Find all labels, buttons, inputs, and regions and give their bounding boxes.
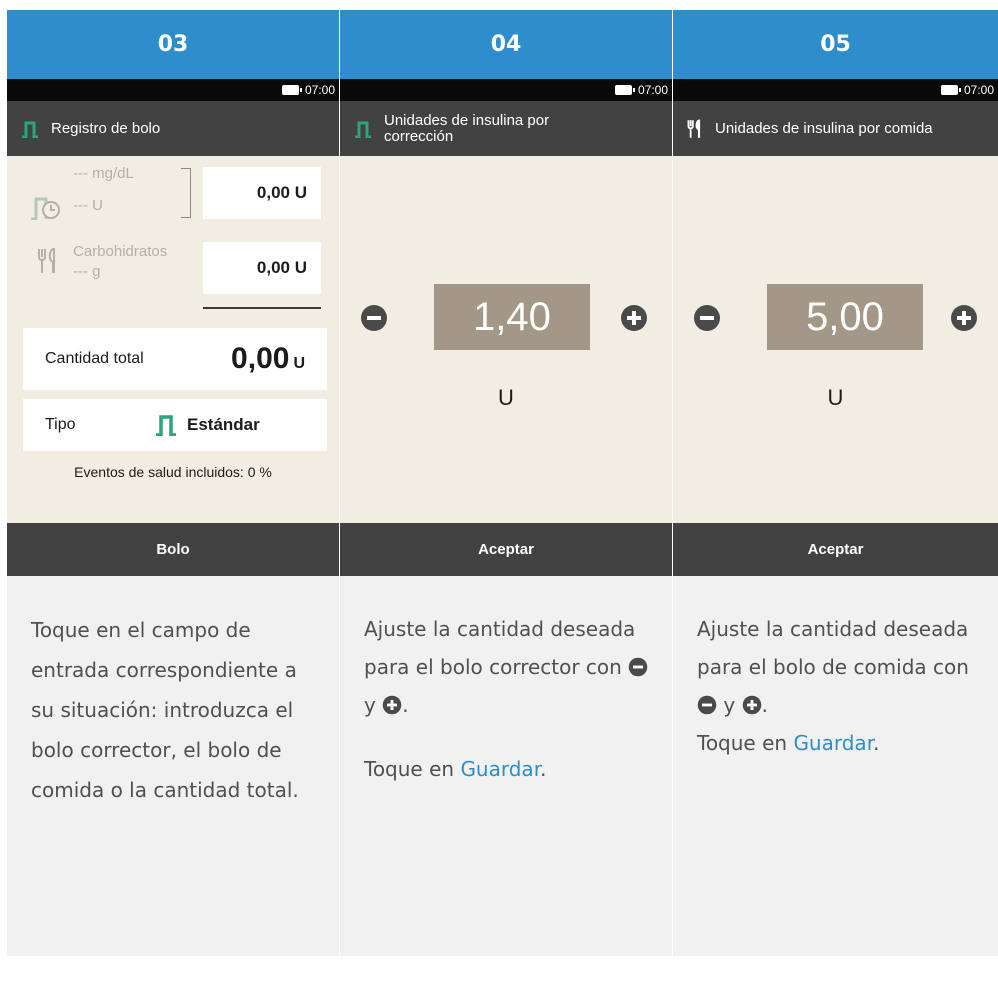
step-04-column: 04 07:00 Unidades de insulina por correc… [340,10,672,986]
step-03-column: 03 07:00 Registro de bolo --- mg/dL --- … [7,10,339,986]
status-time: 07:00 [304,83,335,97]
units-value: 1,40 [434,284,590,350]
description-save: Toque en Guardar. [364,757,547,781]
accept-button[interactable]: Aceptar [340,523,672,576]
accept-button[interactable]: Aceptar [673,523,998,576]
battery-icon [614,85,635,95]
type-label: Tipo [45,416,76,433]
screen-title-bar: Registro de bolo [7,101,339,156]
fork-knife-icon [687,119,701,138]
screen-title-bar: Unidades de insulina por comida [673,101,998,156]
correction-units-label: --- U [73,197,103,214]
bolus-standard-icon [355,121,371,138]
carbs-label: Carbohidratos [73,243,168,260]
units-stepper: 1,40 [340,284,672,350]
battery-icon [940,85,961,95]
step-number: 05 [673,10,998,79]
screen-title: Registro de bolo [51,119,161,137]
bolus-clock-icon [31,197,60,220]
battery-icon [281,85,302,95]
carbs-value-field[interactable]: 0,00 U [203,242,321,294]
status-bar: 07:00 [673,79,998,101]
minus-circle-icon [628,657,648,677]
minus-circle-icon [697,695,717,715]
screen-title: Unidades de insulina por comida [715,119,933,137]
step-description: Ajuste la cantidad deseada para el bolo … [673,576,998,956]
bolus-button[interactable]: Bolo [7,523,339,576]
plus-circle-icon[interactable] [950,304,978,332]
status-time: 07:00 [637,83,668,97]
fork-knife-icon [38,248,55,273]
unit-label: U [827,385,844,410]
meal-units-screen: 5,00 U [673,156,998,523]
bolus-standard-icon [22,121,38,138]
minus-circle-icon[interactable] [360,304,388,332]
correction-value-field[interactable]: 0,00 U [203,167,321,219]
sum-line [203,307,321,309]
type-value: Estándar [187,415,260,434]
step-number: 03 [7,10,339,79]
description-save: Toque en Guardar. [697,731,880,755]
status-bar: 07:00 [7,79,339,101]
bolus-standard-icon [156,415,176,436]
step-description: Toque en el campo de entrada correspondi… [7,576,339,956]
save-link[interactable]: Guardar [793,731,873,755]
description-adjust: Ajuste la cantidad deseada para el bolo … [364,610,650,724]
description-adjust: Ajuste la cantidad deseada para el bolo … [697,617,969,717]
health-events-text: Eventos de salud incluidos: 0 % [74,464,272,480]
carbs-grams-label: --- g [73,263,101,280]
step-05-column: 05 07:00 Unidades de insulina por comida… [673,10,998,986]
correction-bg-label: --- mg/dL [73,165,134,182]
units-stepper: 5,00 [673,284,998,350]
correction-bracket [181,168,191,218]
screen-title: Unidades de insulina por corrección [384,111,550,145]
total-amount-field[interactable]: Cantidad total 0,00 U [23,328,327,390]
unit-label: U [498,385,514,410]
bolus-register-screen: --- mg/dL --- U 0,00 U Carbohidratos ---… [7,156,339,523]
status-bar: 07:00 [340,79,672,101]
plus-circle-icon[interactable] [620,304,648,332]
bolus-type-field[interactable]: Tipo Estándar [23,399,327,451]
units-value: 5,00 [767,284,923,350]
step-number: 04 [340,10,672,79]
save-link[interactable]: Guardar [460,757,540,781]
description-text: Toque en el campo de entrada correspondi… [31,618,299,802]
total-value: 0,00 U [231,342,305,375]
total-label: Cantidad total [45,350,144,367]
step-description: Ajuste la cantidad deseada para el bolo … [340,576,672,956]
correction-units-screen: 1,40 U [340,156,672,523]
status-time: 07:00 [963,83,994,97]
minus-circle-icon[interactable] [693,304,721,332]
plus-circle-icon [742,695,761,715]
plus-circle-icon [382,695,402,715]
screen-title-bar: Unidades de insulina por corrección [340,101,672,156]
